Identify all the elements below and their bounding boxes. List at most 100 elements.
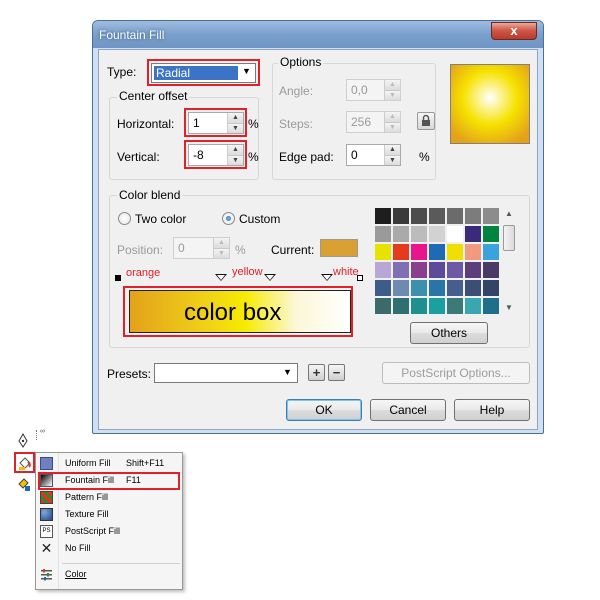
- palette-swatch[interactable]: [446, 207, 464, 225]
- spin-down-icon[interactable]: ▼: [214, 248, 229, 258]
- palette-scrollbar[interactable]: ▲ ▼: [501, 207, 517, 315]
- palette-swatch[interactable]: [410, 243, 428, 261]
- two-color-label: Two color: [135, 212, 187, 226]
- palette-swatch[interactable]: [428, 225, 446, 243]
- edge-pad-spinner[interactable]: ▲ ▼: [384, 145, 400, 165]
- palette-swatch[interactable]: [464, 279, 482, 297]
- palette-swatch[interactable]: [482, 207, 500, 225]
- position-spinner[interactable]: ▲ ▼: [213, 238, 229, 258]
- others-button[interactable]: Others: [410, 322, 488, 344]
- palette-swatch[interactable]: [392, 243, 410, 261]
- position-value: 0: [178, 241, 185, 255]
- pen-icon[interactable]: [14, 432, 32, 450]
- palette-swatch[interactable]: [392, 261, 410, 279]
- lock-steps-button[interactable]: [417, 112, 435, 130]
- palette-swatch[interactable]: [446, 243, 464, 261]
- palette-swatch[interactable]: [482, 279, 500, 297]
- options-label: Options: [278, 55, 324, 69]
- palette-swatch[interactable]: [410, 297, 428, 315]
- presets-label: Presets:: [107, 367, 152, 381]
- palette-swatch[interactable]: [464, 261, 482, 279]
- palette-swatch[interactable]: [446, 225, 464, 243]
- palette-swatch[interactable]: [374, 297, 392, 315]
- palette-swatch[interactable]: [428, 279, 446, 297]
- menu-item-texture-fill[interactable]: Texture Fill: [36, 506, 182, 523]
- palette-swatch[interactable]: [392, 297, 410, 315]
- remove-preset-icon[interactable]: −: [328, 364, 345, 381]
- gradient-stop-marker[interactable]: [215, 274, 227, 281]
- palette-swatch[interactable]: [482, 243, 500, 261]
- palette-swatch[interactable]: [374, 207, 392, 225]
- menu-item-pattern-fill[interactable]: Pattern Fill: [36, 489, 182, 506]
- gradient-start-marker[interactable]: [115, 275, 121, 281]
- spin-up-icon[interactable]: ▲: [385, 145, 400, 155]
- scroll-down-icon[interactable]: ▼: [505, 303, 513, 312]
- ok-button[interactable]: OK: [286, 399, 362, 421]
- scrollbar-thumb[interactable]: [503, 225, 515, 251]
- fill-preview: [450, 64, 530, 144]
- scroll-up-icon[interactable]: ▲: [505, 209, 513, 218]
- spin-up-icon[interactable]: ▲: [385, 112, 400, 122]
- palette-swatch[interactable]: [410, 279, 428, 297]
- menu-item-uniform-fill[interactable]: Uniform Fill Shift+F11: [36, 455, 182, 472]
- palette-swatch[interactable]: [374, 243, 392, 261]
- palette-swatch[interactable]: [446, 279, 464, 297]
- menu-item-no-fill[interactable]: ✕ No Fill: [36, 540, 182, 557]
- gradient-stop-marker[interactable]: [264, 274, 276, 281]
- spin-down-icon[interactable]: ▼: [385, 90, 400, 100]
- menu-item-postscript-fill[interactable]: PS PostScript Fill: [36, 523, 182, 540]
- palette-swatch[interactable]: [464, 207, 482, 225]
- help-button[interactable]: Help: [454, 399, 530, 421]
- palette-swatch[interactable]: [482, 261, 500, 279]
- palette-swatch[interactable]: [392, 279, 410, 297]
- palette-swatch[interactable]: [410, 225, 428, 243]
- steps-value: 256: [351, 115, 372, 129]
- angle-input[interactable]: 0,0 ▲ ▼: [346, 79, 401, 101]
- spin-down-icon[interactable]: ▼: [385, 122, 400, 132]
- custom-radio[interactable]: [222, 212, 235, 225]
- palette-swatch[interactable]: [374, 225, 392, 243]
- close-button[interactable]: x: [491, 22, 537, 40]
- position-input[interactable]: 0 ▲ ▼: [173, 237, 230, 259]
- palette-swatch[interactable]: [392, 207, 410, 225]
- palette-swatch[interactable]: [464, 225, 482, 243]
- fill-icon[interactable]: [16, 454, 34, 472]
- yellow-annotation: yellow: [232, 266, 263, 278]
- gradient-color-box[interactable]: color box: [129, 290, 351, 333]
- palette-swatch[interactable]: [482, 297, 500, 315]
- interactive-fill-icon[interactable]: [15, 476, 33, 494]
- spin-up-icon[interactable]: ▲: [385, 80, 400, 90]
- edge-pad-input[interactable]: 0 ▲ ▼: [346, 144, 401, 166]
- color-palette[interactable]: [374, 207, 500, 315]
- cancel-button[interactable]: Cancel: [370, 399, 446, 421]
- palette-swatch[interactable]: [428, 297, 446, 315]
- palette-swatch[interactable]: [464, 243, 482, 261]
- current-color-swatch[interactable]: [320, 239, 358, 257]
- postscript-options-button[interactable]: PostScript Options...: [382, 362, 530, 384]
- presets-select[interactable]: ▼: [154, 363, 298, 383]
- palette-swatch[interactable]: [428, 261, 446, 279]
- steps-spinner[interactable]: ▲ ▼: [384, 112, 400, 132]
- palette-swatch[interactable]: [410, 207, 428, 225]
- spin-up-icon[interactable]: ▲: [214, 238, 229, 248]
- palette-swatch[interactable]: [410, 261, 428, 279]
- palette-swatch[interactable]: [374, 279, 392, 297]
- palette-swatch[interactable]: [428, 243, 446, 261]
- palette-swatch[interactable]: [482, 225, 500, 243]
- spin-down-icon[interactable]: ▼: [385, 155, 400, 165]
- gradient-stop-marker[interactable]: [321, 274, 333, 281]
- angle-spinner[interactable]: ▲ ▼: [384, 80, 400, 100]
- title-bar[interactable]: Fountain Fill x: [93, 21, 543, 48]
- horizontal-label: Horizontal:: [117, 117, 175, 131]
- palette-swatch[interactable]: [446, 261, 464, 279]
- palette-swatch[interactable]: [392, 225, 410, 243]
- palette-swatch[interactable]: [374, 261, 392, 279]
- menu-item-color[interactable]: Color: [36, 566, 182, 583]
- palette-swatch[interactable]: [446, 297, 464, 315]
- two-color-radio[interactable]: [118, 212, 131, 225]
- add-preset-icon[interactable]: +: [308, 364, 325, 381]
- gradient-end-marker[interactable]: [357, 275, 363, 281]
- steps-input[interactable]: 256 ▲ ▼: [346, 111, 401, 133]
- palette-swatch[interactable]: [464, 297, 482, 315]
- palette-swatch[interactable]: [428, 207, 446, 225]
